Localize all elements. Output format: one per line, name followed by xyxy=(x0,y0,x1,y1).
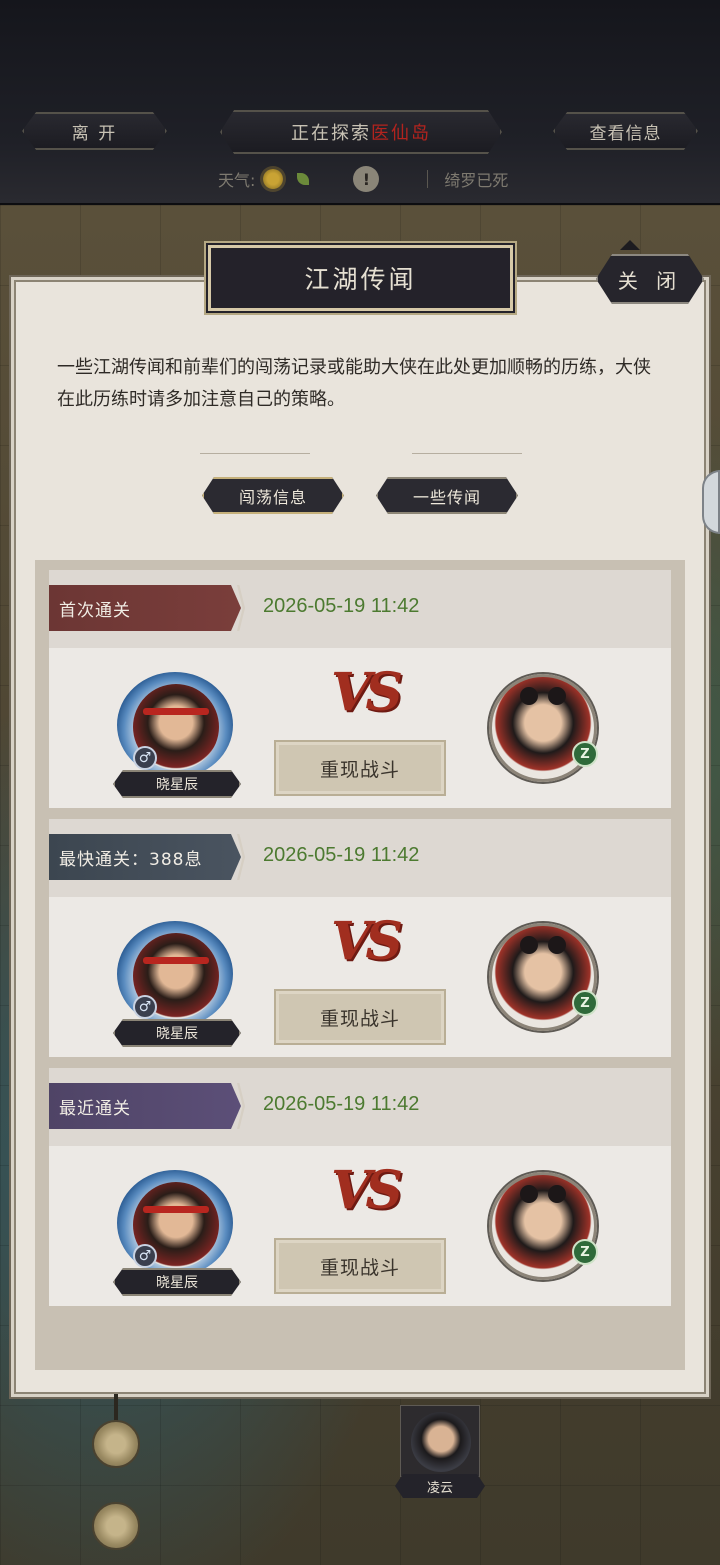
exploring-place: 医仙岛 xyxy=(371,123,431,144)
hair-bun xyxy=(520,936,538,954)
ornament-divider xyxy=(412,440,522,454)
hero-name: 晓星辰 xyxy=(113,1268,241,1296)
hero-name: 晓星辰 xyxy=(113,770,241,798)
panel-description: 一些江湖传闻和前辈们的闯荡记录或能助大侠在此处更加顺畅的历练，大侠在此历练时请多… xyxy=(57,357,651,410)
status-row: 天气: ! 绮罗已死 xyxy=(218,166,508,192)
record-fastest-clear: 最快通关：388息 2026-05-19 11:42 ♂ 晓星辰 VS 重现战斗… xyxy=(49,819,671,1057)
view-info-button[interactable]: 查看信息 xyxy=(553,112,698,150)
record-header: 最近通关 2026-05-19 11:42 xyxy=(49,1068,671,1146)
record-body: ♂ 晓星辰 VS 重现战斗 Z xyxy=(49,1146,671,1306)
weather-label: 天气: xyxy=(218,171,256,190)
hero-avatar[interactable]: ♂ 晓星辰 xyxy=(119,672,231,784)
enemy-avatar[interactable]: Z xyxy=(489,1172,598,1280)
hair-bun xyxy=(548,687,566,705)
leave-label: 离 开 xyxy=(71,123,118,144)
enemy-badge-icon: Z xyxy=(572,1239,598,1265)
coin-icon[interactable] xyxy=(92,1502,140,1550)
coin-icon[interactable] xyxy=(92,1420,140,1468)
hero-avatar[interactable]: ♂ 晓星辰 xyxy=(119,921,231,1033)
enemy-avatar[interactable]: Z xyxy=(489,923,598,1031)
close-label: 关 闭 xyxy=(617,268,683,293)
vs-icon: VS xyxy=(331,911,403,972)
leaf-icon xyxy=(297,173,310,185)
party-avatar[interactable] xyxy=(400,1405,480,1477)
enemy-badge-icon: Z xyxy=(572,741,598,767)
panel-title: 江湖传闻 xyxy=(208,245,513,311)
status-text: 绮罗已死 xyxy=(444,171,509,190)
vs-icon: VS xyxy=(331,662,403,723)
record-tag: 首次通关 xyxy=(49,585,241,631)
hair-bun xyxy=(548,936,566,954)
male-icon: ♂ xyxy=(133,746,157,770)
top-bar: 离 开 正在探索 医仙岛 查看信息 天气: ! 绮罗已死 xyxy=(0,0,720,205)
hair-bun xyxy=(520,1185,538,1203)
male-icon: ♂ xyxy=(133,1244,157,1268)
record-first-clear: 首次通关 2026-05-19 11:42 ♂ 晓星辰 VS 重现战斗 Z xyxy=(49,570,671,808)
hero-avatar[interactable]: ♂ 晓星辰 xyxy=(119,1170,231,1282)
record-date: 2026-05-19 11:42 xyxy=(263,595,420,617)
record-header: 首次通关 2026-05-19 11:42 xyxy=(49,570,671,648)
tab-adventure-info[interactable]: 闯荡信息 xyxy=(202,477,344,514)
replay-battle-button[interactable]: 重现战斗 xyxy=(274,989,446,1045)
close-button[interactable]: 关 闭 xyxy=(596,254,704,304)
leave-button[interactable]: 离 开 xyxy=(22,112,167,150)
record-date: 2026-05-19 11:42 xyxy=(263,1093,420,1115)
party-name: 凌云 xyxy=(395,1474,485,1498)
replay-battle-button[interactable]: 重现战斗 xyxy=(274,1238,446,1294)
record-tag: 最近通关 xyxy=(49,1083,241,1129)
ornament-divider xyxy=(200,440,310,454)
exploring-prefix: 正在探索 xyxy=(291,123,371,144)
view-info-label: 查看信息 xyxy=(589,123,662,144)
tab-label: 闯荡信息 xyxy=(238,487,307,507)
headband xyxy=(143,1206,209,1213)
vs-icon: VS xyxy=(331,1160,403,1221)
tab-label: 一些传闻 xyxy=(412,487,481,507)
side-drawer-handle[interactable] xyxy=(702,470,720,534)
hair-bun xyxy=(520,687,538,705)
hero-name: 晓星辰 xyxy=(113,1019,241,1047)
male-icon: ♂ xyxy=(133,995,157,1019)
party-portrait xyxy=(411,1412,471,1472)
record-latest-clear: 最近通关 2026-05-19 11:42 ♂ 晓星辰 VS 重现战斗 Z xyxy=(49,1068,671,1306)
hair-bun xyxy=(548,1185,566,1203)
headband xyxy=(143,957,209,964)
enemy-avatar[interactable]: Z xyxy=(489,674,598,782)
record-date: 2026-05-19 11:42 xyxy=(263,844,420,866)
record-header: 最快通关：388息 2026-05-19 11:42 xyxy=(49,819,671,897)
headband xyxy=(143,708,209,715)
exploring-status: 正在探索 医仙岛 xyxy=(220,110,502,154)
enemy-badge-icon: Z xyxy=(572,990,598,1016)
replay-battle-button[interactable]: 重现战斗 xyxy=(274,740,446,796)
corner-arrow-icon xyxy=(620,240,640,250)
divider xyxy=(427,170,429,188)
tab-rumors[interactable]: 一些传闻 xyxy=(376,477,518,514)
sun-icon xyxy=(263,169,284,189)
record-body: ♂ 晓星辰 VS 重现战斗 Z xyxy=(49,648,671,808)
alert-icon[interactable]: ! xyxy=(353,166,380,192)
panel-title-text: 江湖传闻 xyxy=(304,265,417,294)
record-tag: 最快通关：388息 xyxy=(49,834,241,880)
record-body: ♂ 晓星辰 VS 重现战斗 Z xyxy=(49,897,671,1057)
